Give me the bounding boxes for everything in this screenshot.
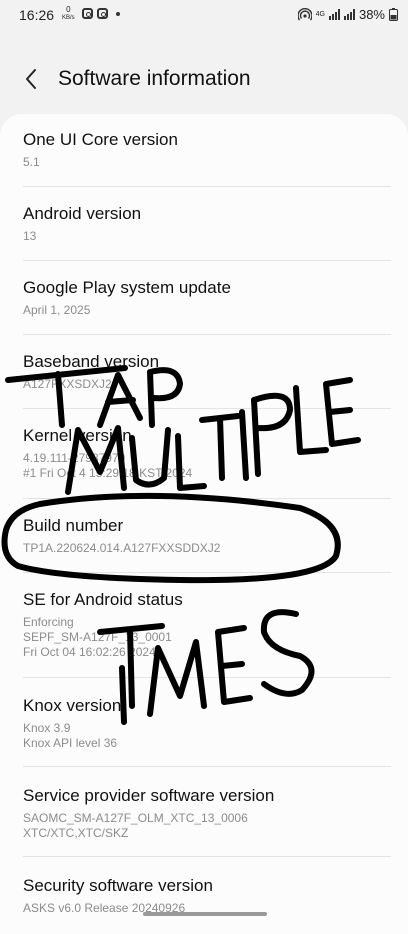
list-item-kernel-version[interactable]: Kernel version 4.19.111-27987979 #1 Fri … xyxy=(23,426,391,481)
instagram-icon xyxy=(97,8,108,19)
software-info-list: One UI Core version 5.1 Android version … xyxy=(0,114,408,934)
item-label: Android version xyxy=(23,204,142,223)
status-time: 16:26 xyxy=(19,7,55,23)
list-item-security-software-version[interactable]: Security software version ASKS v6.0 Rele… xyxy=(23,876,391,916)
hotspot-icon xyxy=(297,7,312,20)
signal-bars-icon xyxy=(343,9,355,20)
item-value: SEPF_SM-A127F_13_0001 xyxy=(23,630,172,644)
item-value: 5.1 xyxy=(23,155,40,169)
network-speed: 0 KB/s xyxy=(62,6,75,22)
item-value: Enforcing xyxy=(23,615,74,629)
notification-icons xyxy=(82,8,120,19)
page-title: Software information xyxy=(58,67,251,90)
more-notifications-icon xyxy=(116,11,120,16)
divider xyxy=(23,498,391,499)
gesture-nav-bar[interactable] xyxy=(143,912,267,916)
divider xyxy=(23,260,391,261)
item-value: 4.19.111-27987979 xyxy=(23,451,126,465)
network-speed-unit: KB/s xyxy=(62,15,75,21)
item-value: Knox 3.9 xyxy=(23,721,71,735)
item-value: April 1, 2025 xyxy=(23,303,91,317)
divider xyxy=(23,766,391,767)
divider xyxy=(23,856,391,857)
divider xyxy=(23,572,391,573)
item-label: Build number xyxy=(23,516,124,535)
item-value: TP1A.220624.014.A127FXXSDDXJ2 xyxy=(23,541,221,555)
item-label: Service provider software version xyxy=(23,786,275,805)
list-item-se-android-status[interactable]: SE for Android status Enforcing SEPF_SM-… xyxy=(23,590,391,660)
network-type-label: 4G xyxy=(315,11,325,18)
battery-percent: 38% xyxy=(358,7,385,22)
list-item-baseband-version[interactable]: Baseband version A127FXXSDXJ2 xyxy=(23,352,391,392)
item-label: Google Play system update xyxy=(23,278,231,297)
divider xyxy=(23,408,391,409)
list-item-service-provider-version[interactable]: Service provider software version SAOMC_… xyxy=(23,786,391,841)
item-label: One UI Core version xyxy=(23,130,178,149)
system-icons: 4G 38% xyxy=(297,7,398,22)
item-value: A127FXXSDXJ2 xyxy=(23,377,112,391)
list-item-android-version[interactable]: Android version 13 xyxy=(23,204,391,244)
divider xyxy=(23,677,391,678)
list-item-google-play-update[interactable]: Google Play system update April 1, 2025 xyxy=(23,278,391,318)
item-value: 13 xyxy=(23,229,37,243)
item-label: Baseband version xyxy=(23,352,160,371)
app-header: Software information xyxy=(0,50,408,108)
status-bar: 16:26 0 KB/s 4G 38% xyxy=(0,0,408,34)
item-value: #1 Fri Oct 4 15:29:18 KST 2024 xyxy=(23,466,193,480)
back-arrow-icon[interactable] xyxy=(20,67,44,91)
list-item-knox-version[interactable]: Knox version Knox 3.9 Knox API level 36 xyxy=(23,696,391,751)
network-speed-value: 0 xyxy=(66,5,71,14)
instagram-icon xyxy=(82,8,93,19)
list-item-one-ui-version[interactable]: One UI Core version 5.1 xyxy=(23,130,391,170)
divider xyxy=(23,186,391,187)
item-value: SAOMC_SM-A127F_OLM_XTC_13_0006 xyxy=(23,811,248,825)
item-label: Kernel version xyxy=(23,426,132,445)
item-label: SE for Android status xyxy=(23,590,183,609)
battery-icon xyxy=(389,8,398,21)
item-value: Knox API level 36 xyxy=(23,736,118,750)
item-label: Security software version xyxy=(23,876,213,895)
item-value: XTC/XTC,XTC/SKZ xyxy=(23,826,129,840)
item-label: Knox version xyxy=(23,696,122,715)
signal-bars-icon xyxy=(328,9,340,20)
list-item-build-number[interactable]: Build number TP1A.220624.014.A127FXXSDDX… xyxy=(23,516,391,556)
item-value: Fri Oct 04 16:02:26 2024 xyxy=(23,645,156,659)
divider xyxy=(23,334,391,335)
